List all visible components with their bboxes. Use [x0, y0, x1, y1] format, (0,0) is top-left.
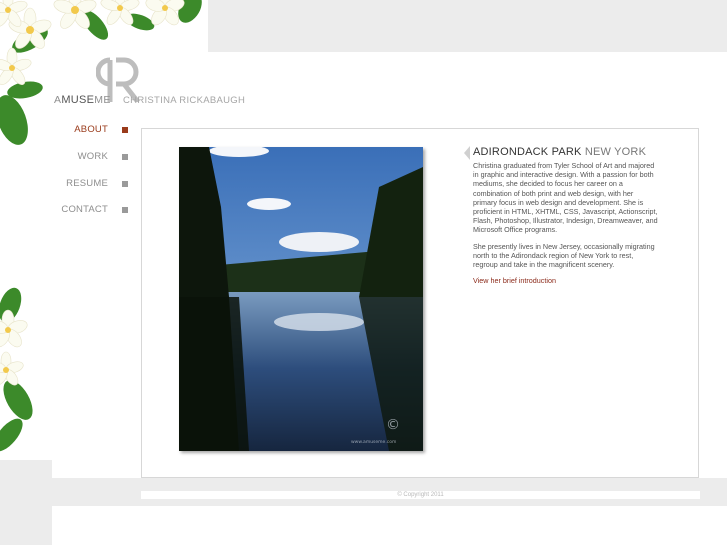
square-bullet-icon — [122, 180, 128, 187]
bio-paragraph-2: She presently lives in New Jersey, occas… — [473, 242, 655, 270]
logo-wordmark: AMUSEME — [54, 94, 111, 106]
page-heading: ADIRONDACK PARK NEW YORK — [473, 146, 647, 158]
content-panel: © www.amuseme.com ADIRONDACK PARK NEW YO… — [141, 128, 699, 478]
nav-item-label: WORK — [77, 151, 108, 162]
nav-item-contact[interactable]: CONTACT — [61, 204, 128, 215]
square-bullet-icon — [122, 153, 128, 160]
copyright-text: © Copyright 2011 — [397, 492, 444, 498]
nav-item-label: ABOUT — [74, 124, 108, 135]
lake-photo: © www.amuseme.com — [179, 147, 423, 451]
intro-link[interactable]: View her brief introduction — [473, 276, 556, 285]
nav-item-work[interactable]: WORK — [78, 151, 128, 162]
nav-item-resume[interactable]: RESUME — [66, 178, 128, 189]
photo-watermark-text: www.amuseme.com — [351, 440, 396, 445]
square-bullet-icon — [122, 206, 128, 213]
photo-watermark-symbol: © — [386, 417, 400, 433]
top-gray-band — [208, 0, 727, 52]
site-logo[interactable]: AMUSEME CHRISTINA RICKABAUGH — [52, 56, 252, 108]
square-bullet-icon — [122, 126, 128, 133]
caret-left-icon — [464, 146, 470, 160]
flower-decoration-bottom — [0, 287, 33, 452]
logo-name: CHRISTINA RICKABAUGH — [123, 95, 246, 106]
bio-paragraph-1: Christina graduated from Tyler School of… — [473, 161, 658, 235]
nav-item-about[interactable]: ABOUT — [74, 124, 128, 135]
nav-item-label: CONTACT — [61, 204, 108, 215]
nav-item-label: RESUME — [66, 178, 108, 189]
left-gray-band — [0, 460, 52, 545]
